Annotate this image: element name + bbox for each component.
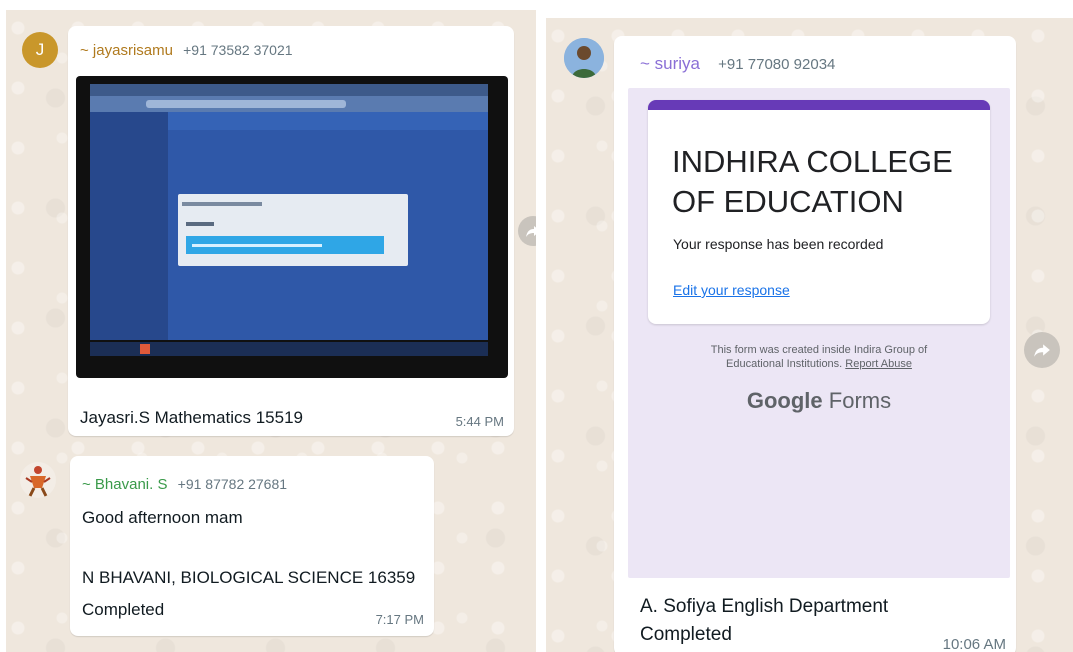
- message-text-line1: Good afternoon mam: [82, 508, 243, 527]
- edit-response-link[interactable]: Edit your response: [673, 282, 790, 298]
- message-text: Jayasri.S Mathematics 15519: [80, 408, 303, 427]
- message-bubble-jayasrisamu[interactable]: ~ jayasrisamu +91 73582 37021 Jayasri.S …: [68, 26, 514, 436]
- message-text-line2: N BHAVANI, BIOLOGICAL SCIENCE 16359: [82, 568, 416, 587]
- sender-name[interactable]: ~ jayasrisamu: [80, 42, 173, 59]
- message-time: 7:17 PM: [375, 612, 424, 627]
- sender-name[interactable]: ~ suriya: [640, 54, 700, 73]
- sender-phone[interactable]: +91 77080 92034: [718, 56, 835, 73]
- avatar-letter: J: [35, 40, 45, 59]
- avatar-suriya[interactable]: [564, 38, 604, 78]
- google-forms-logo: Google Forms: [746, 388, 892, 413]
- sender-line: ~ suriya +91 77080 92034: [640, 54, 835, 74]
- page-topbar: [168, 112, 488, 130]
- sender-line: ~ Bhavani. S +91 87782 27681: [82, 476, 287, 493]
- forward-button[interactable]: [518, 216, 536, 246]
- report-abuse-link[interactable]: Report Abuse: [845, 358, 912, 370]
- screenshot-image[interactable]: [76, 76, 508, 378]
- person-photo-icon: [564, 38, 604, 78]
- avatar-jayasrisamu[interactable]: J: [22, 32, 58, 68]
- sender-line: ~ jayasrisamu +91 73582 37021: [80, 42, 293, 59]
- sender-name[interactable]: ~ Bhavani. S: [82, 476, 167, 493]
- message-text-line2: Completed: [640, 624, 732, 645]
- forward-button[interactable]: [1024, 332, 1060, 368]
- dialog-title-bar: [182, 202, 262, 206]
- taskbar-app-icon: [140, 344, 150, 354]
- goddess-image-icon: [25, 466, 51, 497]
- address-field: [146, 100, 346, 108]
- form-footer: This form was created inside Indira Grou…: [648, 343, 990, 371]
- dialog-info-text: [192, 244, 322, 247]
- chat-panel-right: ~ suriya +91 77080 92034 INDHIRA COLLEGE…: [546, 18, 1073, 652]
- sender-phone[interactable]: +91 87782 27681: [178, 476, 287, 492]
- form-response-text: Your response has been recorded: [673, 236, 884, 252]
- form-card: INDHIRA COLLEGE OF EDUCATION Your respons…: [648, 100, 990, 324]
- page-sidebar: [90, 112, 168, 340]
- forward-icon: [526, 226, 536, 237]
- message-time: 5:44 PM: [455, 414, 504, 429]
- message-bubble-suriya[interactable]: ~ suriya +91 77080 92034 INDHIRA COLLEGE…: [614, 36, 1016, 652]
- browser-tabbar: [90, 84, 488, 96]
- avatar-bhavani[interactable]: [20, 462, 56, 498]
- chat-panel-left: J ~ jayasrisamu +91 73582 37021 Jayasri.…: [6, 10, 536, 652]
- forward-icon: [1034, 344, 1050, 357]
- message-time: 10:06 AM: [942, 636, 1006, 652]
- message-text-line3: Completed: [82, 600, 165, 619]
- form-title: INDHIRA COLLEGE OF EDUCATION: [672, 144, 953, 219]
- form-footer-line1: This form was created inside Indira Grou…: [710, 344, 928, 356]
- message-bubble-bhavani[interactable]: ~ Bhavani. S +91 87782 27681 Good aftern…: [70, 456, 434, 636]
- dialog-label: [186, 222, 214, 226]
- form-footer-line2: Educational Institutions. Report Abuse: [726, 358, 912, 370]
- message-text-line1: A. Sofiya English Department: [640, 596, 889, 617]
- form-preview-image[interactable]: INDHIRA COLLEGE OF EDUCATION Your respons…: [628, 88, 1010, 578]
- sender-phone[interactable]: +91 73582 37021: [183, 42, 292, 58]
